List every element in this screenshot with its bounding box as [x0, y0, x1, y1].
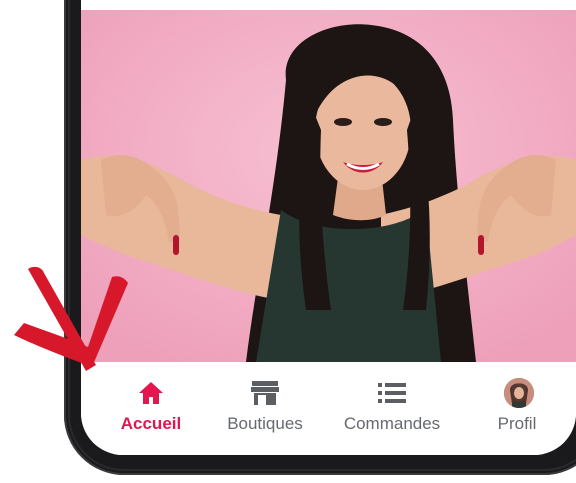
checkmark-annotation-icon	[14, 266, 128, 371]
list-icon	[375, 378, 409, 408]
phone-screen: Accueil Boutiques Commandes Profil	[81, 0, 576, 455]
nav-label-boutiques: Boutiques	[227, 414, 303, 433]
nav-item-profil[interactable]: Profil	[477, 362, 557, 455]
nav-item-boutiques[interactable]: Boutiques	[209, 362, 321, 455]
store-icon	[248, 378, 282, 408]
nav-label-accueil: Accueil	[120, 414, 182, 433]
nav-label-commandes: Commandes	[343, 414, 441, 433]
avatar	[504, 378, 534, 408]
profile-avatar	[502, 378, 536, 408]
nav-item-commandes[interactable]: Commandes	[331, 362, 453, 455]
nav-label-profil: Profil	[497, 414, 537, 433]
bottom-navigation-bar: Accueil Boutiques Commandes Profil	[81, 362, 576, 455]
hero-photo-illustration	[81, 10, 576, 362]
hero-image	[81, 10, 576, 362]
